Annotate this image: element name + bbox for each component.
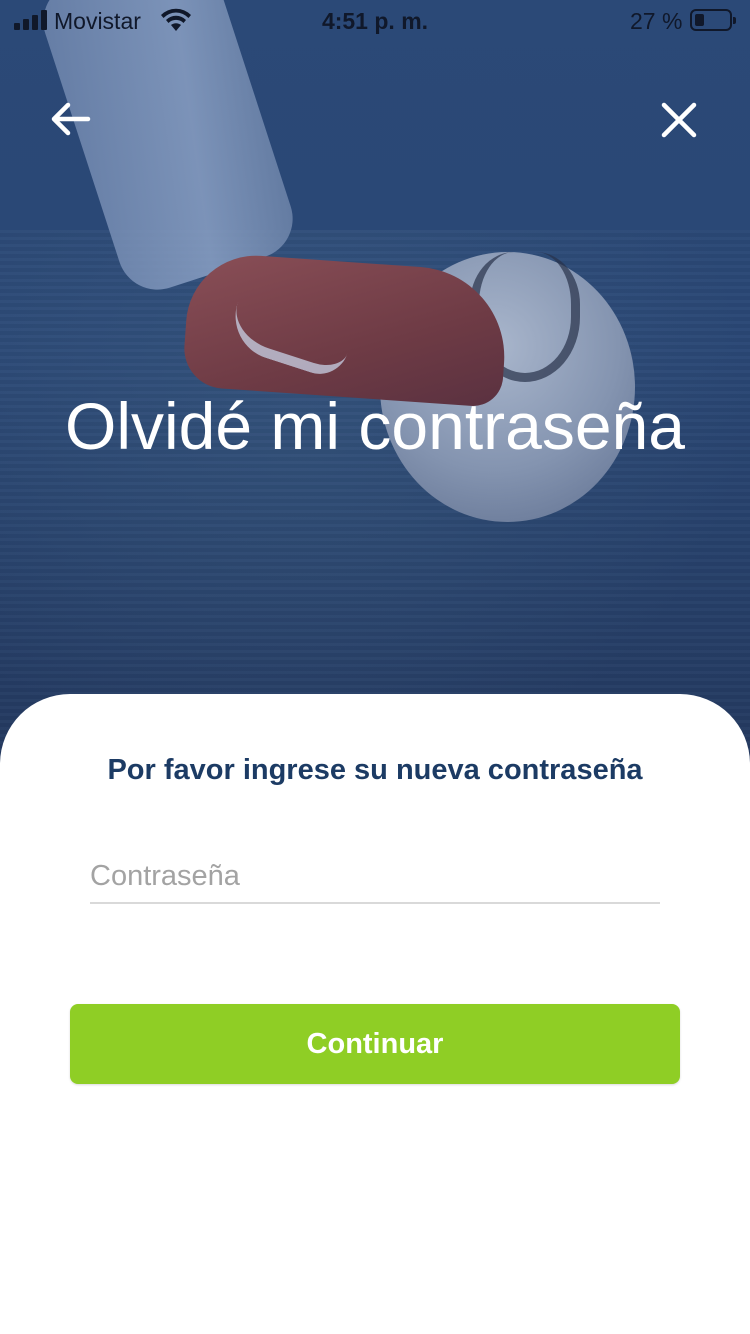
close-icon xyxy=(661,102,697,138)
back-button[interactable] xyxy=(46,95,96,145)
battery-percent: 27 % xyxy=(630,8,683,34)
battery-fill xyxy=(695,14,704,26)
status-bar: Movistar 4:51 p. m. 27 % xyxy=(0,0,750,40)
close-button[interactable] xyxy=(654,95,704,145)
form-instruction: Por favor ingrese su nueva contraseña xyxy=(107,754,643,786)
password-input[interactable] xyxy=(90,850,660,904)
page-title: Olvidé mi contraseña xyxy=(65,389,685,463)
continue-button[interactable]: Continuar xyxy=(70,1004,680,1084)
form-card: Por favor ingrese su nueva contraseña Co… xyxy=(0,694,750,1334)
battery-icon xyxy=(690,9,736,31)
arrow-left-icon xyxy=(51,102,91,136)
